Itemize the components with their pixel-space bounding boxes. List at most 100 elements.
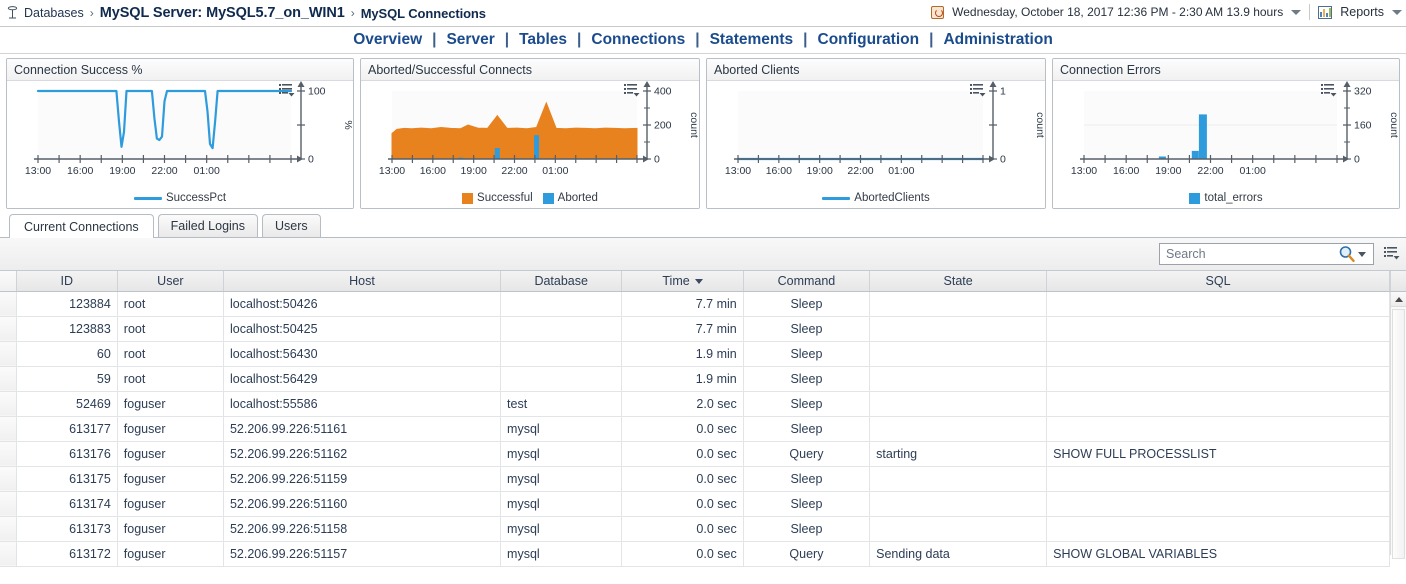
date-range-chevron-down-icon[interactable] — [1291, 9, 1302, 15]
table-row[interactable]: 613172 foguser 52.206.99.226:51157 mysql 0.0… — [0, 541, 1390, 567]
cell-time: 2.0 sec — [621, 391, 744, 417]
legend-label: total_errors — [1204, 192, 1263, 204]
cell-sql — [1046, 316, 1390, 342]
chart-options-menu-icon[interactable] — [624, 83, 640, 97]
column-header-sql[interactable]: SQL — [1046, 271, 1390, 292]
legend-item[interactable]: SuccessPct — [133, 192, 226, 204]
breadcrumb-root[interactable]: Databases — [24, 6, 84, 20]
cell-sql: SHOW GLOBAL VARIABLES — [1046, 541, 1390, 567]
cell-time: 0.0 sec — [621, 516, 744, 542]
cell-sql — [1046, 291, 1390, 317]
table-row[interactable]: 613176 foguser 52.206.99.226:51162 mysql 0.0… — [0, 441, 1390, 467]
panel-aborted-clients: Aborted Clients 0 1 count 13:00 16:00 19:00 22… — [706, 58, 1046, 209]
svg-text:400: 400 — [654, 86, 672, 98]
nav-item-statements[interactable]: Statements — [700, 31, 804, 49]
vertical-scrollbar[interactable] — [1390, 292, 1406, 559]
panel-body: 0 160 320 count 13:00 16:00 19:00 22:00 01:00 to… — [1053, 81, 1399, 208]
grid-options-icon[interactable] — [1384, 246, 1400, 263]
table-row[interactable]: 60 root localhost:56430 1.9 min Sleep — [0, 341, 1390, 367]
row-handle-cell — [0, 416, 17, 442]
tab-current-connections[interactable]: Current Connections — [9, 214, 154, 238]
svg-text:01:00: 01:00 — [194, 165, 220, 177]
nav-item-connections[interactable]: Connections — [581, 31, 695, 49]
cell-sql — [1046, 341, 1390, 367]
reports-label[interactable]: Reports — [1340, 5, 1384, 19]
row-handle-header — [0, 271, 17, 292]
row-handle-cell — [0, 391, 17, 417]
search-chevron-down-icon[interactable] — [1358, 251, 1366, 257]
legend-item[interactable]: Aborted — [542, 192, 598, 204]
legend-swatch-abortedclients — [822, 196, 851, 200]
nav-item-administration[interactable]: Administration — [933, 31, 1062, 49]
column-header-state[interactable]: State — [869, 271, 1048, 292]
table-row[interactable]: 123883 root localhost:50425 7.7 min Sleep — [0, 316, 1390, 342]
history-clock-icon — [931, 5, 945, 19]
connections-table: ID User Host Database Time Command State… — [0, 271, 1390, 567]
table-row[interactable]: 613175 foguser 52.206.99.226:51159 mysql 0.0… — [0, 466, 1390, 492]
reports-chevron-down-icon[interactable] — [1392, 9, 1402, 15]
nav-item-configuration[interactable]: Configuration — [808, 31, 930, 49]
cell-database: mysql — [500, 516, 623, 542]
reports-chart-icon — [1318, 5, 1333, 19]
cell-database — [500, 366, 623, 392]
svg-text:count: count — [1034, 112, 1045, 138]
cell-time: 0.0 sec — [621, 466, 744, 492]
cell-state — [869, 416, 1048, 442]
tab-failed-logins[interactable]: Failed Logins — [157, 214, 259, 237]
chart-options-menu-icon[interactable] — [279, 83, 295, 97]
chart-connection-errors: 0 160 320 count 13:00 16:00 19:00 22:00 01:00 — [1071, 81, 1399, 177]
table-row[interactable]: 613177 foguser 52.206.99.226:51161 mysql 0.0… — [0, 416, 1390, 442]
scrollbar-thumb[interactable] — [1392, 309, 1405, 559]
tab-users[interactable]: Users — [262, 214, 321, 237]
cell-state — [869, 291, 1048, 317]
table-row[interactable]: 52469 foguser localhost:55586 test 2.0 sec Sl… — [0, 391, 1390, 417]
cell-time: 0.0 sec — [621, 441, 744, 467]
cell-user: foguser — [117, 491, 224, 517]
legend-item[interactable]: Successful — [462, 192, 533, 204]
svg-text:16:00: 16:00 — [1113, 165, 1139, 177]
table-row[interactable]: 613174 foguser 52.206.99.226:51160 mysql 0.0… — [0, 491, 1390, 517]
breadcrumb-server[interactable]: MySQL Server: MySQL5.7_on_WIN1 — [100, 5, 345, 21]
legend-swatch-successful — [462, 192, 474, 204]
nav-item-overview[interactable]: Overview — [343, 31, 432, 49]
column-header-host[interactable]: Host — [223, 271, 502, 292]
search-input[interactable] — [1160, 244, 1338, 264]
cell-host: localhost:56430 — [223, 341, 502, 367]
scrollbar-track[interactable] — [1391, 307, 1406, 559]
column-header-database[interactable]: Database — [500, 271, 623, 292]
cell-host: localhost:50426 — [223, 291, 502, 317]
nav-item-tables[interactable]: Tables — [509, 31, 577, 49]
row-handle-cell — [0, 366, 17, 392]
breadcrumb-page: MySQL Connections — [360, 5, 486, 21]
cell-sql — [1046, 391, 1390, 417]
search-box[interactable] — [1159, 243, 1374, 265]
svg-text:13:00: 13:00 — [25, 165, 51, 177]
column-header-time[interactable]: Time — [621, 271, 744, 292]
chart-options-menu-icon[interactable] — [1321, 83, 1337, 97]
cell-time: 7.7 min — [621, 291, 744, 317]
legend-label: Aborted — [557, 192, 598, 204]
svg-text:19:00: 19:00 — [461, 165, 487, 177]
svg-text:0: 0 — [654, 154, 660, 166]
connections-grid: ID User Host Database Time Command State… — [0, 271, 1406, 567]
table-row[interactable]: 123884 root localhost:50426 7.7 min Sleep — [0, 291, 1390, 317]
breadcrumb: Databases › MySQL Server: MySQL5.7_on_WI… — [6, 5, 486, 21]
magnifier-icon[interactable] — [1338, 245, 1356, 263]
legend-item[interactable]: AbortedClients — [822, 192, 930, 204]
column-header-command[interactable]: Command — [743, 271, 871, 292]
legend-item[interactable]: total_errors — [1189, 192, 1263, 204]
chart-options-menu-icon[interactable] — [970, 83, 986, 97]
table-row[interactable]: 59 root localhost:56429 1.9 min Sleep — [0, 366, 1390, 392]
cell-id: 613176 — [16, 441, 118, 467]
cell-time: 1.9 min — [621, 366, 744, 392]
nav-item-server[interactable]: Server — [436, 31, 504, 49]
table-row[interactable]: 613173 foguser 52.206.99.226:51158 mysql 0.0… — [0, 516, 1390, 542]
column-header-id[interactable]: ID — [16, 271, 118, 292]
scroll-up-button[interactable] — [1391, 292, 1406, 307]
cell-state — [869, 366, 1048, 392]
tab-label: Current Connections — [24, 219, 139, 234]
column-header-user[interactable]: User — [117, 271, 224, 292]
date-range-label[interactable]: Wednesday, October 18, 2017 12:36 PM - 2… — [952, 5, 1283, 19]
database-tree-icon — [6, 6, 19, 20]
scrollbar-header-corner — [1390, 271, 1406, 292]
